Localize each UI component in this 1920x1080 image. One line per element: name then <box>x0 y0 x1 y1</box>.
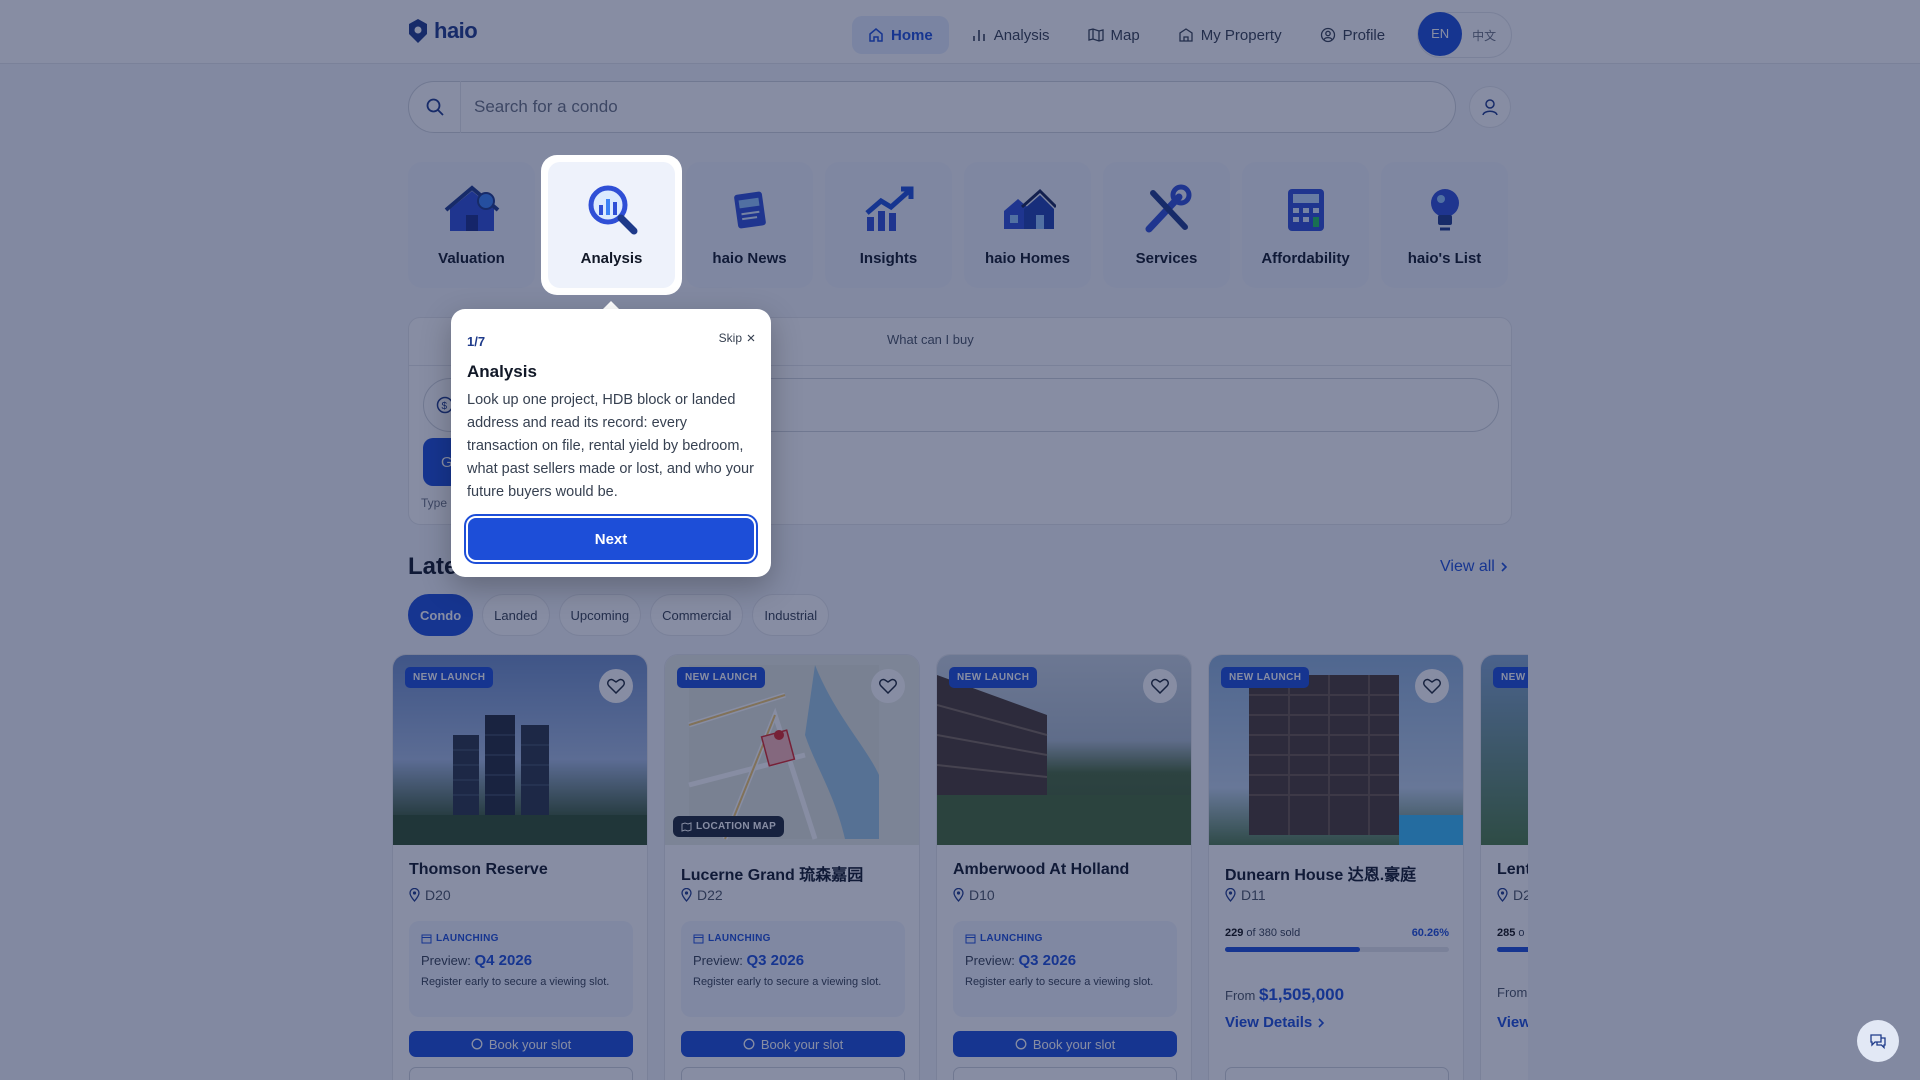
close-icon <box>747 334 755 342</box>
category-label: Analysis <box>580 250 643 267</box>
skip-tour-button[interactable]: Skip <box>719 331 755 345</box>
tour-highlight-analysis[interactable]: Analysis <box>541 155 682 295</box>
tour-title: Analysis <box>467 362 537 381</box>
chat-support-button[interactable] <box>1857 1020 1899 1062</box>
chat-icon <box>1870 1034 1886 1050</box>
magnifier-chart-icon <box>583 182 641 238</box>
tour-backdrop[interactable] <box>0 0 1920 1080</box>
skip-label: Skip <box>718 331 742 345</box>
category-analysis[interactable]: Analysis <box>548 162 675 288</box>
tour-description: Look up one project, HDB block or landed… <box>467 392 754 500</box>
next-button[interactable]: Next <box>464 514 758 564</box>
tour-step-counter: 1/7 <box>467 334 486 349</box>
tour-tooltip: 1/7 Skip Analysis Look up one project, H… <box>451 309 771 577</box>
